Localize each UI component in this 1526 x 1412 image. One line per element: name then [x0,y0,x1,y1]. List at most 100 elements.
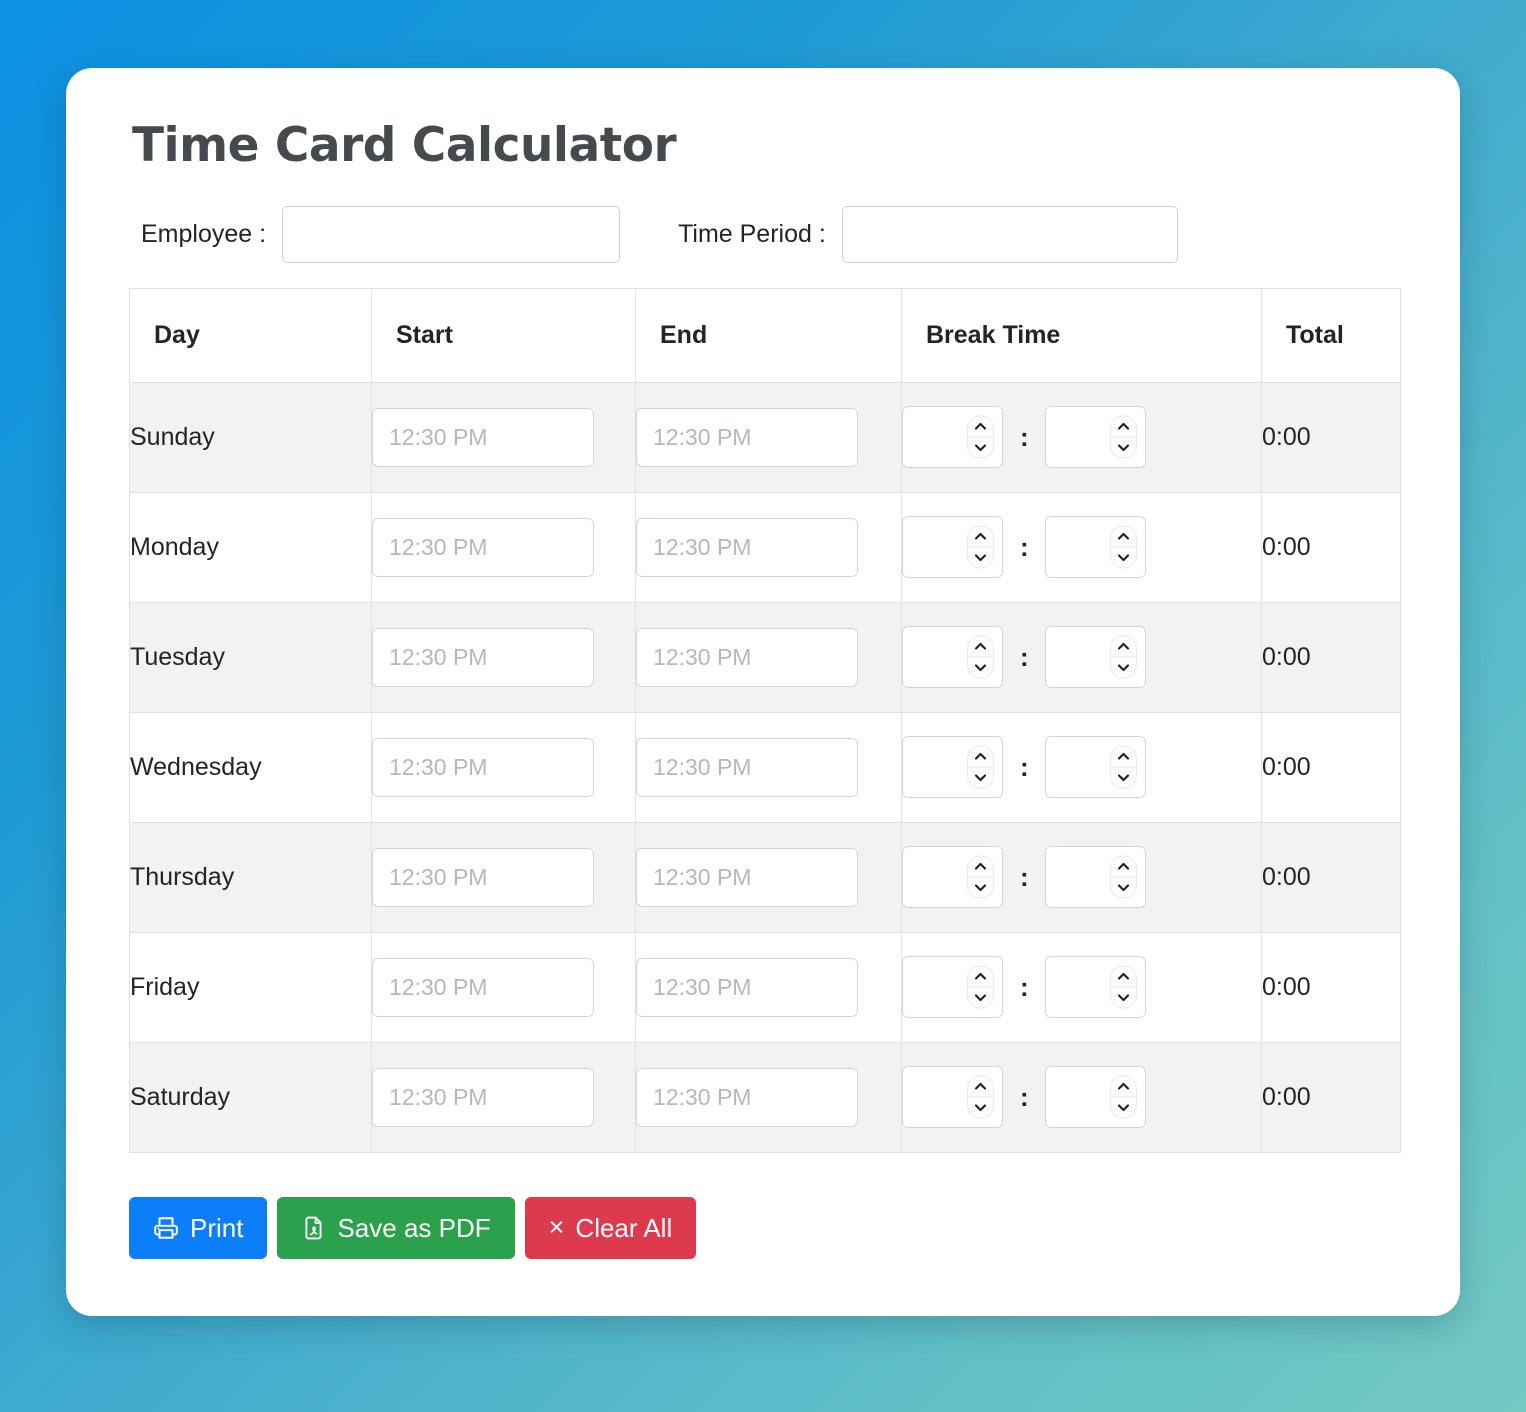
end-cell [635,381,902,493]
chevron-up-icon[interactable] [1110,1077,1136,1098]
end-time-input[interactable] [636,407,858,467]
break-hours-input-wrap [902,846,1003,909]
time-period-label: Time Period : [678,219,826,248]
start-cell [371,1041,636,1153]
chevron-down-icon[interactable] [968,878,993,898]
file-pdf-icon [301,1215,326,1241]
break-separator: : [1020,532,1029,563]
break-minutes-input-wrap [1044,1066,1146,1129]
chevron-down-icon[interactable] [1111,1098,1136,1118]
chevron-up-icon[interactable] [968,857,993,878]
break-cell: : [901,1041,1262,1153]
chevron-down-icon[interactable] [968,658,993,678]
break-cell: : [901,821,1262,933]
break-hours-input-spinner[interactable] [968,526,993,568]
header-break: Break Time [901,287,1262,383]
end-time-input[interactable] [636,847,858,907]
total-cell: 0:00 [1261,381,1401,493]
start-cell [371,601,636,713]
break-hours-input-wrap [902,626,1003,689]
chevron-down-icon[interactable] [968,548,993,568]
break-cell: : [901,601,1262,713]
break-minutes-input-spinner[interactable] [1110,416,1136,458]
break-minutes-input-spinner[interactable] [1110,966,1136,1008]
start-cell [371,931,636,1043]
break-minutes-input-spinner[interactable] [1110,1076,1136,1118]
break-minutes-input-wrap [1044,516,1146,579]
start-time-input[interactable] [372,957,594,1017]
break-minutes-input-spinner[interactable] [1110,856,1136,898]
chevron-up-icon[interactable] [1110,857,1136,878]
break-separator: : [1020,752,1029,783]
chevron-down-icon[interactable] [968,1098,993,1118]
chevron-down-icon[interactable] [968,438,993,458]
end-time-input[interactable] [636,1067,858,1127]
chevron-up-icon[interactable] [1110,527,1136,548]
save-as-pdf-button[interactable]: Save as PDF [277,1196,515,1259]
table-row: Saturday: 0:00 [129,1041,1401,1153]
total-cell: 0:00 [1261,931,1401,1043]
start-time-input[interactable] [372,407,594,467]
chevron-down-icon[interactable] [1111,878,1136,898]
chevron-up-icon[interactable] [1110,747,1136,768]
print-button[interactable]: Print [129,1196,268,1259]
chevron-down-icon[interactable] [1111,548,1136,568]
close-x-icon: × [548,1212,565,1243]
chevron-down-icon[interactable] [1111,658,1136,678]
start-cell [371,821,636,933]
start-time-input[interactable] [372,1067,594,1127]
start-time-input[interactable] [372,847,594,907]
start-time-input[interactable] [372,517,594,577]
chevron-up-icon[interactable] [1110,967,1136,988]
time-period-input[interactable] [841,205,1178,263]
chevron-up-icon[interactable] [968,527,993,548]
start-time-input[interactable] [372,737,594,797]
break-cell: : [901,381,1262,493]
chevron-down-icon[interactable] [1111,988,1136,1008]
break-minutes-input-spinner[interactable] [1110,636,1136,678]
chevron-down-icon[interactable] [968,768,993,788]
chevron-down-icon[interactable] [968,988,993,1008]
break-hours-input-spinner[interactable] [968,746,993,788]
break-hours-input-spinner[interactable] [968,416,993,458]
end-time-input[interactable] [636,737,858,797]
break-minutes-input-spinner[interactable] [1110,526,1136,568]
clear-all-button[interactable]: × Clear All [524,1196,697,1259]
end-time-input[interactable] [636,517,858,577]
page-title: Time Card Calculator [132,118,677,173]
chevron-down-icon[interactable] [1111,438,1136,458]
break-hours-input-spinner[interactable] [968,966,993,1008]
break-minutes-input-spinner[interactable] [1110,746,1136,788]
chevron-down-icon[interactable] [1111,768,1136,788]
break-minutes-input-wrap [1044,626,1146,689]
chevron-up-icon[interactable] [968,747,993,768]
end-cell [635,491,902,603]
break-separator: : [1020,422,1029,453]
total-cell: 0:00 [1261,711,1401,823]
break-hours-input-spinner[interactable] [968,1076,993,1118]
chevron-up-icon[interactable] [968,967,993,988]
break-hours-input-spinner[interactable] [968,856,993,898]
header-day: Day [129,287,372,383]
table-row: Sunday: 0:00 [129,381,1401,493]
chevron-up-icon[interactable] [1110,637,1136,658]
timecard-table: Day Start End Break Time Total Sunday: 0:… [129,287,1401,1153]
end-cell [635,601,902,713]
chevron-up-icon[interactable] [1110,417,1136,438]
break-hours-input-wrap [902,736,1003,799]
break-minutes-input-wrap [1044,736,1146,799]
start-time-input[interactable] [372,627,594,687]
break-hours-input-wrap [902,516,1003,579]
end-time-input[interactable] [636,627,858,687]
chevron-up-icon[interactable] [968,417,993,438]
break-hours-input-spinner[interactable] [968,636,993,678]
break-minutes-input-wrap [1044,846,1146,909]
chevron-up-icon[interactable] [968,637,993,658]
chevron-up-icon[interactable] [968,1077,993,1098]
break-cell: : [901,491,1262,603]
end-time-input[interactable] [636,957,858,1017]
start-cell [371,711,636,823]
employee-input[interactable] [282,205,621,263]
app-background: Time Card Calculator Employee : Time Per… [0,0,1526,1412]
total-cell: 0:00 [1261,1041,1401,1153]
